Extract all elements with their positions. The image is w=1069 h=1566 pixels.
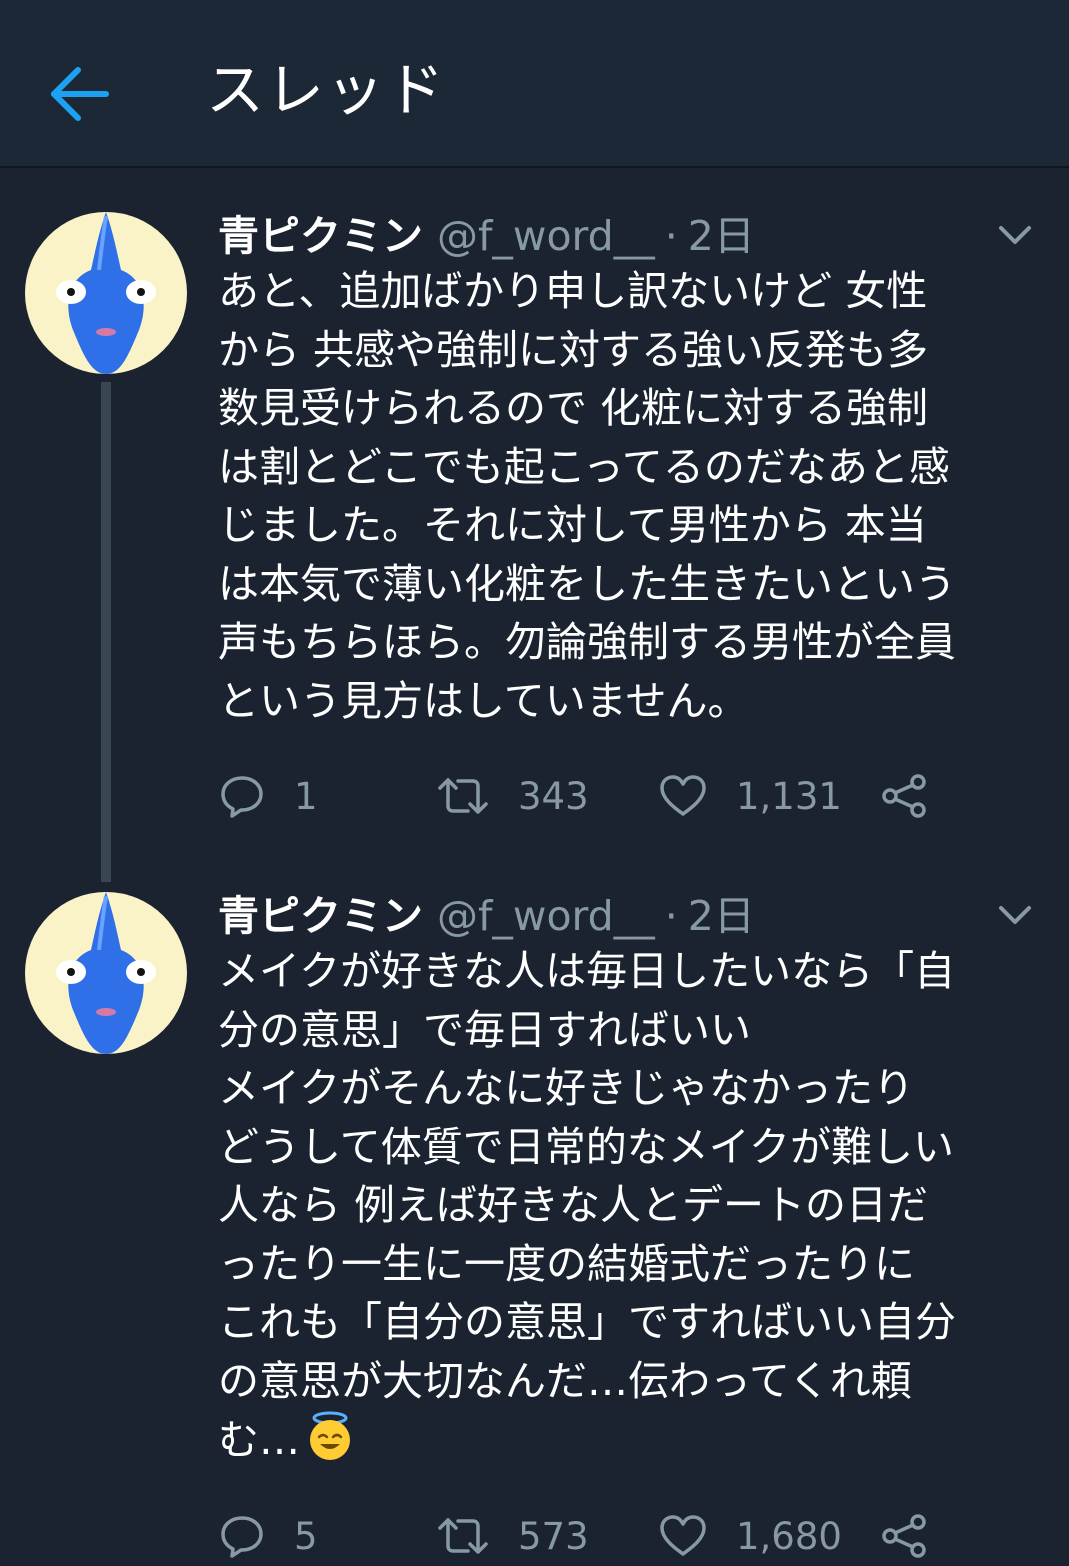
tweet-timestamp[interactable]: 2日 bbox=[688, 212, 755, 260]
tweet-menu-button[interactable] bbox=[997, 902, 1033, 930]
tweet[interactable]: 青ピクミン @f_word__ · 2日 メイクが好きな人は毎日したいなら「自 分の意… bbox=[0, 880, 1069, 1564]
tweet-text-line: メイクが好きな人は毎日したいなら「自 bbox=[218, 947, 956, 995]
blue-pikmin-avatar-icon bbox=[25, 892, 187, 1054]
tweet-header: 青ピクミン @f_word__ · 2日 bbox=[218, 886, 755, 946]
share-button[interactable] bbox=[880, 766, 928, 826]
avatar[interactable] bbox=[25, 892, 187, 1054]
tweet-header: 青ピクミン @f_word__ · 2日 bbox=[218, 206, 755, 266]
tweet-text-line: から 共感や強制に対する強い反発も多 bbox=[218, 325, 929, 374]
tweet-text-line: は本気で薄い化粧をした生きたいという bbox=[218, 559, 956, 608]
share-icon bbox=[882, 1514, 926, 1558]
reply-count: 5 bbox=[294, 1514, 318, 1558]
separator-dot: · bbox=[664, 212, 678, 260]
like-button[interactable]: 1,131 bbox=[658, 766, 842, 826]
retweet-button[interactable]: 343 bbox=[436, 766, 589, 826]
smiling-face-with-halo-icon bbox=[310, 1411, 350, 1460]
reply-button[interactable]: 5 bbox=[218, 1506, 318, 1566]
tweet-text-line: という見方はしていません。 bbox=[218, 676, 749, 725]
chevron-down-icon bbox=[999, 226, 1031, 244]
tweet[interactable]: 青ピクミン @f_word__ · 2日 あと、追加ばかり申し訳ないけど 女性 から … bbox=[0, 200, 1069, 860]
page-title: スレッド bbox=[206, 56, 447, 124]
heart-icon bbox=[660, 1515, 706, 1556]
like-count: 1,131 bbox=[736, 774, 842, 818]
like-count: 1,680 bbox=[736, 1514, 842, 1558]
share-button[interactable] bbox=[880, 1506, 928, 1566]
tweet-text-line: の意思が大切なんだ…伝わってくれ頼 bbox=[218, 1356, 912, 1405]
retweet-count: 343 bbox=[518, 774, 589, 818]
share-icon bbox=[882, 774, 926, 818]
reply-icon bbox=[221, 1516, 263, 1558]
tweet-text-line: ったり一生に一度の結婚式だったりに bbox=[218, 1239, 915, 1288]
avatar[interactable] bbox=[25, 212, 187, 374]
back-button[interactable] bbox=[44, 56, 120, 132]
retweet-icon bbox=[438, 1518, 488, 1554]
chevron-down-icon bbox=[999, 906, 1031, 924]
tweet-timestamp[interactable]: 2日 bbox=[688, 892, 755, 940]
retweet-icon bbox=[438, 778, 488, 814]
tweet-text-line: 声もちらほら。勿論強制する男性が全員 bbox=[218, 618, 956, 666]
display-name[interactable]: 青ピクミン bbox=[218, 212, 423, 260]
display-name[interactable]: 青ピクミン bbox=[218, 892, 423, 940]
tweet-text-line: これも「自分の意思」ですればいい自分 bbox=[218, 1298, 956, 1346]
heart-icon bbox=[660, 775, 706, 816]
retweet-count: 573 bbox=[518, 1514, 589, 1558]
separator-dot: · bbox=[664, 892, 678, 940]
tweet-text-line: は割とどこでも起こってるのだなあと感 bbox=[218, 442, 950, 491]
user-handle[interactable]: @f_word__ bbox=[437, 892, 655, 940]
blue-pikmin-avatar-icon bbox=[25, 212, 187, 374]
reply-icon bbox=[221, 776, 263, 818]
reply-count: 1 bbox=[294, 774, 318, 818]
tweet-text-line-last: む… bbox=[218, 1410, 1038, 1470]
user-handle[interactable]: @f_word__ bbox=[437, 212, 655, 260]
tweet-text-line: 数見受けられるので 化粧に対する強制 bbox=[218, 384, 929, 432]
tweet-actions: 1 343 1,131 bbox=[218, 766, 1018, 826]
retweet-button[interactable]: 573 bbox=[436, 1506, 589, 1566]
tweet-text: あと、追加ばかり申し訳ないけど 女性 から 共感や強制に対する強い反発も多 数見… bbox=[218, 262, 1038, 730]
tweet-actions: 5 573 1,680 bbox=[218, 1506, 1018, 1566]
tweet-text-line: 分の意思」で毎日すればいい bbox=[218, 1005, 751, 1054]
tweet-text-line: 人なら 例えば好きな人とデートの日だ bbox=[218, 1181, 929, 1229]
tweet-menu-button[interactable] bbox=[997, 222, 1033, 250]
like-button[interactable]: 1,680 bbox=[658, 1506, 842, 1566]
arrow-left-icon bbox=[51, 67, 109, 121]
tweet-text-line: じました。それに対して男性から 本当 bbox=[218, 501, 927, 549]
tweet-text-line: メイクがそんなに好きじゃなかったり bbox=[218, 1064, 915, 1112]
tweet-text: メイクが好きな人は毎日したいなら「自 分の意思」で毎日すればいい メイクがそんな… bbox=[218, 942, 1038, 1470]
tweet-text-line: どうして体質で日常的なメイクが難しい bbox=[218, 1122, 954, 1171]
reply-button[interactable]: 1 bbox=[218, 766, 318, 826]
top-app-bar: スレッド bbox=[0, 0, 1069, 168]
tweet-text-line-content: む… bbox=[218, 1416, 300, 1464]
tweet-text-line: あと、追加ばかり申し訳ないけど 女性 bbox=[218, 267, 928, 315]
